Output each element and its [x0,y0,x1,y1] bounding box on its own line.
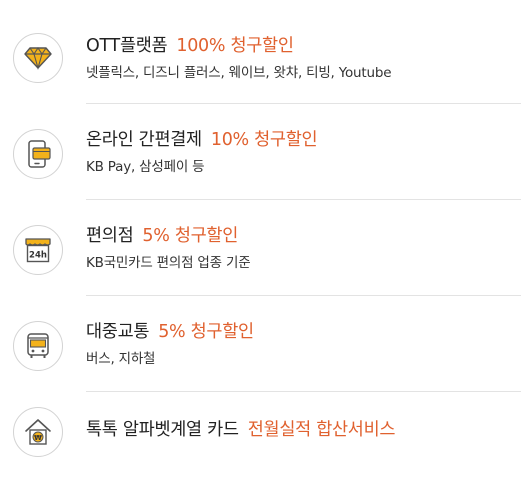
benefit-detail: 버스, 지하철 [86,351,156,367]
category-name: 온라인 간편결제 [86,130,202,150]
benefit-detail: KB국민카드 편의점 업종 기준 [86,255,251,271]
won-sign-label: ₩ [34,434,42,442]
benefit-item-ott: OTT플랫폼 100% 청구할인 넷플릭스, 디즈니 플러스, 웨이브, 왓챠, … [0,8,521,104]
benefit-title: 톡톡 알파벳계열 카드 전월실적 합산서비스 [86,419,396,441]
benefit-item-alphabet-card: ₩ 톡톡 알파벳계열 카드 전월실적 합산서비스 [0,392,521,488]
benefit-detail: KB Pay, 삼성페이 등 [86,159,205,175]
house-won-icon: ₩ [13,407,63,457]
convenience-store-24h-icon: 24h [13,225,63,275]
category-name: 편의점 [86,226,134,246]
benefit-detail: 넷플릭스, 디즈니 플러스, 웨이브, 왓챠, 티빙, Youtube [86,65,392,81]
discount-label: 10% 청구할인 [210,130,318,150]
discount-label: 5% 청구할인 [158,322,254,342]
diamond-icon [13,33,63,83]
benefit-item-convenience-store: 24h 편의점 5% 청구할인 KB국민카드 편의점 업종 기준 [0,200,521,296]
benefit-list: OTT플랫폼 100% 청구할인 넷플릭스, 디즈니 플러스, 웨이브, 왓챠, … [0,0,521,467]
service-label: 전월실적 합산서비스 [247,420,396,440]
category-name: 톡톡 알파벳계열 카드 [86,420,239,440]
discount-label: 100% 청구할인 [176,36,294,56]
category-name: 대중교통 [86,322,150,342]
category-name: OTT플랫폼 [86,36,168,56]
benefit-title: 편의점 5% 청구할인 [86,225,238,247]
bus-icon [13,321,63,371]
discount-label: 5% 청구할인 [142,226,239,246]
benefit-title: OTT플랫폼 100% 청구할인 [86,35,294,57]
benefit-title: 온라인 간편결제 10% 청구할인 [86,129,318,151]
benefit-item-online-payment: 온라인 간편결제 10% 청구할인 KB Pay, 삼성페이 등 [0,104,521,200]
benefit-item-public-transport: 대중교통 5% 청구할인 버스, 지하철 [0,296,521,392]
mobile-payment-icon [13,129,63,179]
store-sign-label: 24h [29,251,47,261]
benefit-title: 대중교통 5% 청구할인 [86,321,254,343]
